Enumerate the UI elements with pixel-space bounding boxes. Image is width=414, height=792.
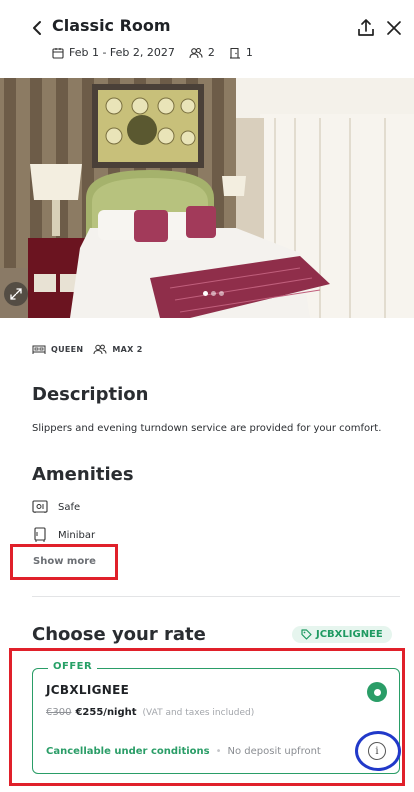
capacity-feature: MAX 2	[93, 344, 142, 355]
rooms-summary: 1	[229, 46, 253, 59]
close-button[interactable]	[384, 18, 404, 38]
close-icon	[387, 21, 401, 35]
door-icon	[229, 47, 240, 59]
amenities-heading: Amenities	[32, 464, 134, 485]
amenity-item: Safe	[32, 500, 80, 514]
room-image	[0, 78, 414, 318]
minibar-icon	[34, 527, 46, 542]
promo-code-badge: JCBXLIGNEE	[292, 626, 392, 643]
guests-icon	[189, 47, 203, 58]
chevron-left-icon	[33, 21, 41, 35]
description-heading: Description	[32, 384, 149, 405]
expand-gallery-button[interactable]	[4, 282, 28, 306]
promo-code-text: JCBXLIGNEE	[316, 629, 383, 640]
room-photo[interactable]	[0, 78, 414, 318]
max-guests: MAX 2	[112, 345, 143, 354]
amenity-label: Minibar	[58, 529, 96, 541]
pagination-dot[interactable]	[211, 291, 216, 296]
highlight-box-rate-card	[9, 648, 405, 786]
tag-icon	[301, 629, 312, 640]
rooms-count: 1	[245, 46, 253, 59]
bed-feature: QUEEN	[32, 345, 83, 355]
room-features: QUEEN MAX 2	[32, 344, 153, 355]
calendar-icon	[52, 47, 64, 59]
rates-heading: Choose your rate	[32, 624, 206, 645]
share-icon	[358, 19, 374, 36]
dates-text: Feb 1 - Feb 2, 2027	[69, 46, 175, 59]
divider	[32, 596, 400, 597]
header: Classic Room Feb 1 - Feb 2, 2027 2 1	[0, 0, 414, 78]
bed-type: QUEEN	[51, 345, 84, 354]
bed-icon	[32, 345, 46, 354]
pagination-dot[interactable]	[203, 291, 208, 296]
guests-count: 2	[207, 46, 215, 59]
highlight-box-show-more	[10, 544, 118, 580]
booking-summary: Feb 1 - Feb 2, 2027 2 1	[52, 46, 267, 59]
dates-summary: Feb 1 - Feb 2, 2027	[52, 46, 175, 59]
page-title: Classic Room	[52, 16, 171, 35]
safe-icon	[32, 500, 48, 513]
back-button[interactable]	[28, 17, 48, 39]
amenity-label: Safe	[58, 501, 81, 513]
guests-icon	[93, 344, 107, 355]
guests-summary: 2	[189, 46, 215, 59]
amenity-item: Minibar	[32, 527, 95, 543]
expand-icon	[10, 288, 22, 300]
gallery-pagination	[203, 291, 227, 296]
pagination-dot[interactable]	[219, 291, 224, 296]
share-button[interactable]	[356, 17, 376, 39]
description-text: Slippers and evening turndown service ar…	[32, 423, 382, 434]
